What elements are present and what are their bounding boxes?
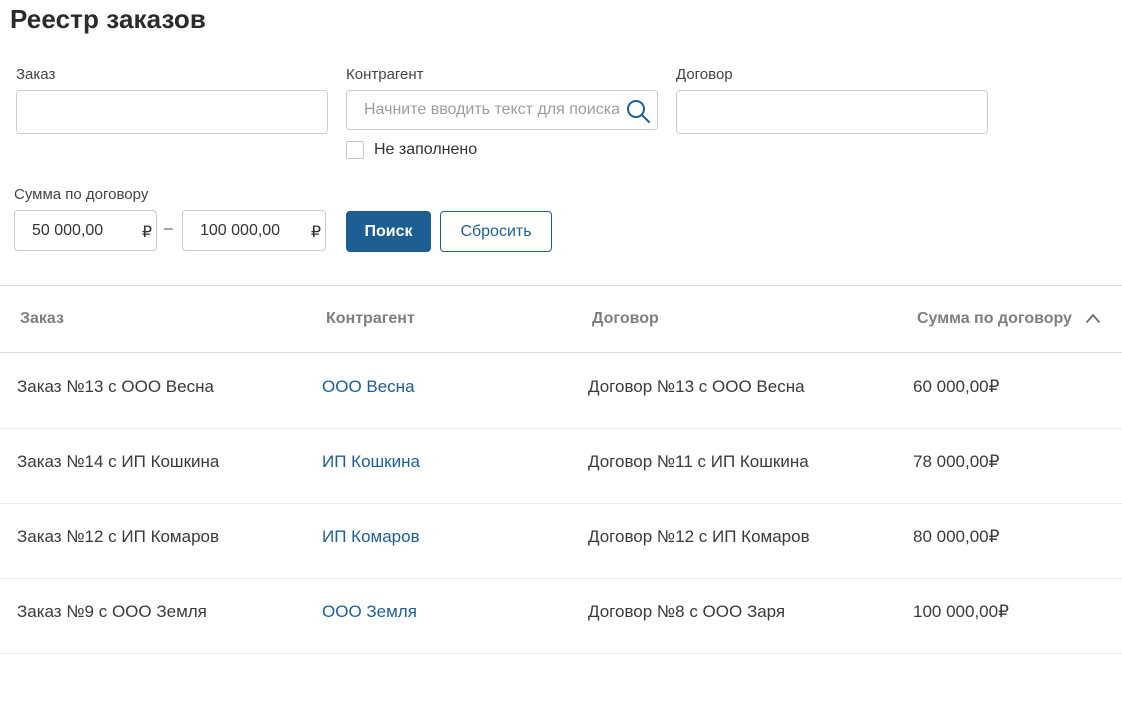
amount-cell: 78 000,00₽ (913, 452, 1000, 471)
amount-from-value: 50 000,00 (32, 222, 104, 239)
order-cell[interactable]: Заказ №14 с ИП Кошкина (17, 452, 219, 472)
table-row[interactable]: Заказ №9 с ООО Земля ООО Земля Договор №… (0, 578, 1122, 654)
amount-from-input[interactable]: 50 000,00 ₽ (14, 210, 157, 251)
column-header-counterparty[interactable]: Контрагент (326, 310, 415, 328)
counterparty-link[interactable]: ООО Весна (322, 377, 415, 397)
amount-to-input[interactable]: 100 000,00 ₽ (182, 210, 326, 251)
counterparty-link[interactable]: ИП Кошкина (322, 452, 420, 472)
amount-cell: 60 000,00₽ (913, 377, 1000, 396)
counterparty-link[interactable]: ООО Земля (322, 602, 417, 622)
amount-filter-label: Сумма по договору (14, 186, 149, 203)
order-cell[interactable]: Заказ №9 с ООО Земля (17, 602, 207, 622)
column-header-contract[interactable]: Договор (592, 310, 659, 328)
empty-counterparty-checkbox[interactable] (346, 141, 364, 159)
amount-to-value: 100 000,00 (200, 222, 281, 239)
ruble-sign: ₽ (141, 224, 152, 241)
empty-counterparty-label[interactable]: Не заполнено (374, 141, 477, 159)
search-button[interactable]: Поиск (346, 211, 431, 252)
column-header-order[interactable]: Заказ (20, 310, 64, 328)
counterparty-link[interactable]: ИП Комаров (322, 527, 420, 547)
counterparty-search-input[interactable] (347, 91, 619, 129)
search-icon[interactable] (625, 98, 651, 124)
counterparty-filter-label: Контрагент (346, 66, 424, 83)
contract-cell: Договор №8 с ООО Заря (588, 602, 786, 621)
contract-cell: Договор №12 с ИП Комаров (588, 527, 810, 546)
table-header: Заказ Контрагент Договор Сумма по догово… (0, 286, 1122, 353)
order-cell[interactable]: Заказ №12 с ИП Комаров (17, 527, 219, 547)
reset-button[interactable]: Сбросить (440, 211, 552, 252)
order-cell[interactable]: Заказ №13 с ООО Весна (17, 377, 214, 397)
range-separator: – (164, 220, 173, 237)
order-filter-input[interactable] (16, 90, 328, 134)
contract-filter-input[interactable] (676, 90, 988, 134)
ruble-sign: ₽ (310, 224, 321, 241)
table-row[interactable]: Заказ №14 с ИП Кошкина ИП Кошкина Догово… (0, 428, 1122, 504)
counterparty-search-field[interactable] (346, 90, 658, 130)
contract-cell: Договор №11 с ИП Кошкина (588, 452, 809, 471)
page-title: Реестр заказов (10, 4, 206, 34)
amount-cell: 80 000,00₽ (913, 527, 1000, 546)
table-row[interactable]: Заказ №13 с ООО Весна ООО Весна Договор … (0, 353, 1122, 429)
order-filter-label: Заказ (16, 66, 56, 83)
contract-cell: Договор №13 с ООО Весна (588, 377, 805, 396)
contract-filter-label: Договор (676, 66, 733, 83)
table-row[interactable]: Заказ №12 с ИП Комаров ИП Комаров Догово… (0, 503, 1122, 579)
column-header-amount[interactable]: Сумма по договору (917, 310, 1072, 328)
amount-cell: 100 000,00₽ (913, 602, 1009, 621)
sort-ascending-icon[interactable] (1085, 311, 1101, 325)
